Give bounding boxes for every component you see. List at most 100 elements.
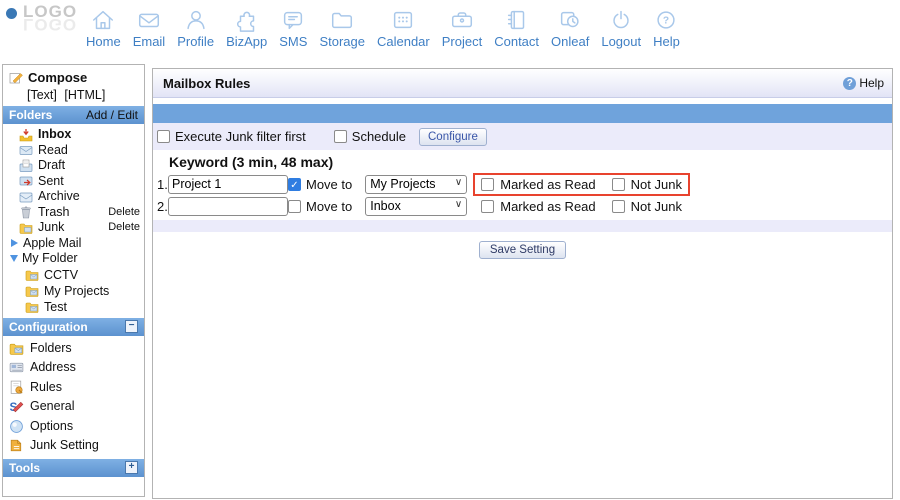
- marked-as-read-checkbox-1[interactable]: Marked as Read: [481, 177, 595, 192]
- configure-button[interactable]: Configure: [419, 128, 487, 146]
- help-link[interactable]: ? Help: [843, 76, 884, 90]
- not-junk-input-2[interactable]: [612, 200, 625, 213]
- execute-junk-filter-checkbox[interactable]: Execute Junk filter first: [157, 129, 306, 144]
- config-item-folders[interactable]: Folders: [3, 339, 144, 359]
- sms-icon: [280, 6, 306, 33]
- options-icon: [9, 419, 24, 434]
- mail-folder-icon: [25, 268, 39, 282]
- move-to-checkbox-1[interactable]: [288, 178, 301, 191]
- address-card-icon: [9, 360, 24, 375]
- schedule-checkbox[interactable]: Schedule: [334, 129, 406, 144]
- folder-select-2[interactable]: Inbox: [366, 198, 466, 215]
- help-icon: ?: [653, 6, 679, 33]
- move-to-label: Move to: [306, 177, 352, 192]
- sidebar-item-apple-mail[interactable]: Apple Mail: [3, 236, 144, 252]
- folder-select-1[interactable]: My Projects: [366, 176, 466, 193]
- rule-number: 1.: [157, 177, 168, 192]
- sidebar-item-junk[interactable]: Junk Delete: [3, 220, 144, 236]
- logo: LOGO LOGO: [6, 4, 77, 32]
- sidebar-item-my-folder[interactable]: My Folder: [3, 251, 144, 267]
- section-bar: [153, 104, 892, 123]
- sidebar-item-sent[interactable]: Sent: [3, 174, 144, 190]
- nav-storage[interactable]: Storage: [313, 6, 371, 49]
- nav-sms[interactable]: SMS: [273, 6, 313, 49]
- sidebar-item-my-projects[interactable]: My Projects: [3, 283, 144, 299]
- sidebar: Compose [Text] [HTML] Folders Add / Edit…: [2, 64, 145, 497]
- marked-as-read-input-1[interactable]: [481, 178, 494, 191]
- flags-group-highlighted: Marked as Read Not Junk: [473, 173, 690, 196]
- general-icon: S: [9, 399, 24, 414]
- folders-add-edit-link[interactable]: Add / Edit: [86, 108, 138, 122]
- not-junk-checkbox-2[interactable]: Not Junk: [612, 199, 682, 214]
- mail-folder-icon: [25, 284, 39, 298]
- nav-profile[interactable]: Profile: [171, 6, 220, 49]
- nav-home[interactable]: Home: [80, 6, 127, 49]
- inbox-icon: [19, 128, 33, 142]
- sidebar-item-trash[interactable]: Trash Delete: [3, 205, 144, 221]
- move-to-label: Move to: [306, 199, 352, 214]
- config-item-general[interactable]: S General: [3, 397, 144, 417]
- chevron-right-icon: [11, 239, 18, 247]
- logo-text: LOGO LOGO: [23, 4, 77, 32]
- marked-as-read-checkbox-2[interactable]: Marked as Read: [481, 199, 595, 214]
- execute-junk-filter-input[interactable]: [157, 130, 170, 143]
- collapse-icon[interactable]: −: [125, 320, 138, 333]
- draft-icon: [19, 159, 33, 173]
- sidebar-item-inbox[interactable]: Inbox: [3, 127, 144, 143]
- marked-as-read-input-2[interactable]: [481, 200, 494, 213]
- move-to-checkbox-2[interactable]: [288, 200, 301, 213]
- profile-icon: [183, 6, 209, 33]
- nav-calendar[interactable]: Calendar: [371, 6, 436, 49]
- nav-email[interactable]: Email: [127, 6, 172, 49]
- help-circle-icon: ?: [843, 77, 856, 90]
- rule-number: 2.: [157, 199, 168, 214]
- config-item-junk-setting[interactable]: Junk Setting: [3, 436, 144, 456]
- top-navigation: Home Email Profile BizApp SMS Storage Ca…: [80, 6, 686, 49]
- sidebar-item-test[interactable]: Test: [3, 299, 144, 315]
- keyword-input-1[interactable]: [168, 175, 288, 194]
- compose-format-links: [Text] [HTML]: [3, 87, 144, 103]
- schedule-input[interactable]: [334, 130, 347, 143]
- contact-icon: [504, 6, 530, 33]
- expand-icon[interactable]: +: [125, 461, 138, 474]
- sidebar-item-draft[interactable]: Draft: [3, 158, 144, 174]
- nav-onleaf[interactable]: Onleaf: [545, 6, 595, 49]
- keyword-input-2[interactable]: [168, 197, 288, 216]
- junk-delete-link[interactable]: Delete: [108, 220, 140, 236]
- sidebar-item-archive[interactable]: Archive: [3, 189, 144, 205]
- not-junk-checkbox-1[interactable]: Not Junk: [612, 177, 682, 192]
- nav-bizapp[interactable]: BizApp: [220, 6, 273, 49]
- configuration-header: Configuration −: [3, 318, 144, 336]
- nav-help[interactable]: ? Help: [647, 6, 686, 49]
- compose-html-link[interactable]: [HTML]: [64, 88, 105, 102]
- svg-text:?: ?: [663, 15, 669, 26]
- config-item-rules[interactable]: Rules: [3, 378, 144, 398]
- project-icon: [449, 6, 475, 33]
- page-title: Mailbox Rules: [163, 76, 250, 91]
- config-item-address[interactable]: Address: [3, 358, 144, 378]
- trash-delete-link[interactable]: Delete: [108, 205, 140, 221]
- mail-folder-icon: [25, 300, 39, 314]
- rules-icon: [9, 380, 24, 395]
- keyword-heading: Keyword (3 min, 48 max): [169, 154, 892, 170]
- logo-dot-icon: [6, 8, 17, 19]
- nav-contact[interactable]: Contact: [488, 6, 545, 49]
- tools-header: Tools +: [3, 459, 144, 477]
- folder-select-wrap-1: My Projects ∨: [365, 175, 467, 194]
- trash-icon: [19, 205, 33, 219]
- sent-icon: [19, 174, 33, 188]
- filter-row: Execute Junk filter first Schedule Confi…: [153, 123, 892, 150]
- calendar-icon: [390, 6, 416, 33]
- sidebar-item-cctv[interactable]: CCTV: [3, 267, 144, 283]
- onleaf-icon: [557, 6, 583, 33]
- nav-project[interactable]: Project: [436, 6, 488, 49]
- compose-icon: [9, 71, 23, 85]
- not-junk-input-1[interactable]: [612, 178, 625, 191]
- compose-text-link[interactable]: [Text]: [27, 88, 57, 102]
- config-item-options[interactable]: Options: [3, 417, 144, 437]
- sidebar-item-read[interactable]: Read: [3, 143, 144, 159]
- mail-folder-icon: [9, 341, 24, 356]
- nav-logout[interactable]: Logout: [595, 6, 647, 49]
- save-setting-button[interactable]: Save Setting: [479, 241, 566, 259]
- compose-button[interactable]: Compose: [3, 69, 144, 87]
